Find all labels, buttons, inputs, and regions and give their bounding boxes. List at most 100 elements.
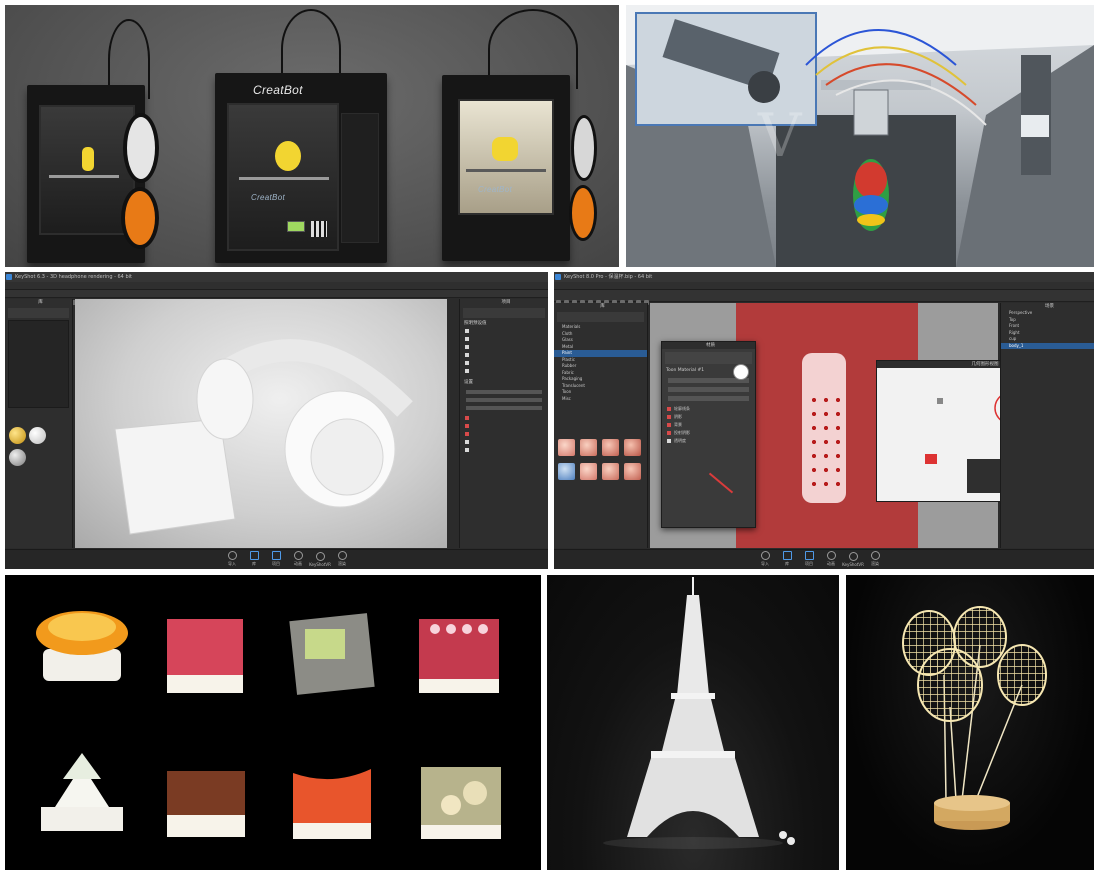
scene-item-selected[interactable]: body_1 bbox=[1001, 342, 1094, 349]
animation-button[interactable]: 动画 bbox=[820, 551, 842, 567]
watermark: V bbox=[758, 101, 802, 171]
option-row[interactable] bbox=[460, 446, 548, 454]
material-thumb[interactable] bbox=[580, 439, 597, 456]
door-logo: CreatBot bbox=[251, 193, 285, 202]
option-row[interactable] bbox=[460, 359, 548, 367]
window-titlebar: KeyShot 8.0 Pro - 保温杯.bip - 64 bit bbox=[554, 272, 1094, 282]
panel-title: 库 bbox=[600, 304, 605, 309]
toolbar bbox=[5, 290, 548, 305]
material-thumb[interactable] bbox=[558, 463, 575, 480]
material-thumb-gold[interactable] bbox=[9, 427, 26, 444]
property-field[interactable] bbox=[668, 387, 749, 392]
app-icon bbox=[6, 274, 12, 280]
cube-spiky-orange bbox=[36, 611, 128, 681]
dialog-tabs[interactable] bbox=[665, 352, 752, 364]
cube-twisted-grey bbox=[289, 613, 375, 695]
animation-button[interactable]: 动画 bbox=[287, 551, 309, 567]
cube-brown-fibers bbox=[167, 771, 245, 837]
material-dialog[interactable]: 材质 Toon Material #1 轮廓线条 阴影 背景 投射阴影 透明度 bbox=[661, 341, 756, 528]
material-thumb[interactable] bbox=[624, 463, 641, 480]
printed-cup bbox=[802, 353, 846, 503]
option-row[interactable] bbox=[460, 430, 548, 438]
option-row[interactable] bbox=[460, 414, 548, 422]
library-icon bbox=[782, 551, 792, 560]
material-thumb[interactable] bbox=[624, 439, 641, 456]
option-checkbox[interactable]: 透明度 bbox=[662, 437, 755, 445]
lcd-screen bbox=[287, 221, 305, 232]
slider[interactable] bbox=[466, 398, 542, 402]
material-thumb-silver[interactable] bbox=[9, 449, 26, 466]
import-icon bbox=[227, 551, 237, 560]
printer-center: CreatBot CreatBot bbox=[215, 73, 387, 263]
keyshotvr-button[interactable]: KeyShotVR bbox=[309, 552, 331, 567]
library-tabs[interactable] bbox=[557, 312, 644, 322]
section-label: 设置 bbox=[464, 380, 473, 385]
property-field[interactable] bbox=[668, 396, 749, 401]
tree-item[interactable]: Misc bbox=[554, 396, 647, 403]
headphones-render bbox=[114, 339, 413, 535]
import-button[interactable]: 导入 bbox=[754, 551, 776, 567]
photo-extruder-render: V bbox=[626, 5, 1094, 267]
material-preview bbox=[733, 364, 749, 380]
option-row[interactable] bbox=[460, 335, 548, 343]
material-thumb-white[interactable] bbox=[29, 427, 46, 444]
project-icon bbox=[804, 551, 814, 560]
import-icon bbox=[760, 551, 770, 560]
slider[interactable] bbox=[466, 390, 542, 394]
print-bed bbox=[239, 177, 329, 180]
option-row[interactable] bbox=[460, 367, 548, 375]
material-thumb[interactable] bbox=[558, 439, 575, 456]
cube-orange-wave bbox=[293, 769, 371, 839]
project-button[interactable]: 项目 bbox=[265, 551, 287, 567]
side-panel bbox=[341, 113, 379, 243]
button-label: 动画 bbox=[294, 561, 302, 566]
bottom-toolbar: 导入 库 项目 动画 KeyShotVR 渲染 bbox=[554, 549, 1094, 569]
cube-layered-pink bbox=[419, 619, 499, 693]
screenshot-keyshot-headphones: KeyShot 6.3 - 3D headphone rendering - 6… bbox=[5, 272, 548, 569]
option-checkbox[interactable]: 投射阴影 bbox=[662, 429, 755, 437]
import-button[interactable]: 导入 bbox=[221, 551, 243, 567]
option-row[interactable] bbox=[460, 351, 548, 359]
eiffel-tower-model bbox=[603, 577, 795, 849]
button-label: 库 bbox=[252, 561, 256, 566]
print-model bbox=[492, 137, 518, 161]
render-viewport[interactable] bbox=[75, 299, 447, 548]
option-checkbox[interactable]: 阴影 bbox=[662, 413, 755, 421]
button-label: KeyShotVR bbox=[842, 562, 864, 567]
library-button[interactable]: 库 bbox=[243, 551, 265, 567]
window-title: KeyShot 6.3 - 3D headphone rendering - 6… bbox=[15, 274, 132, 280]
project-button[interactable]: 项目 bbox=[798, 551, 820, 567]
option-row[interactable] bbox=[460, 327, 548, 335]
button-label: 导入 bbox=[761, 561, 769, 566]
orange-filament-spool bbox=[121, 187, 159, 249]
button-label: 渲染 bbox=[338, 561, 346, 566]
scene-panel: 场景 Perspective Top Front Right cup body_… bbox=[1000, 303, 1094, 548]
slider[interactable] bbox=[466, 406, 542, 410]
render-button[interactable]: 渲染 bbox=[864, 551, 886, 567]
red-annotation-arrow bbox=[708, 472, 734, 494]
photo-printed-balloon-lamp bbox=[846, 575, 1094, 870]
window-title: KeyShot 8.0 Pro - 保温杯.bip - 64 bit bbox=[564, 274, 653, 280]
render-button[interactable]: 渲染 bbox=[331, 551, 353, 567]
menu-bar: 文件 编辑 环境 照明 相机 图像 渲染 视图 窗口 帮助 bbox=[554, 282, 1094, 298]
option-row[interactable] bbox=[460, 343, 548, 351]
keyshotvr-button[interactable]: KeyShotVR bbox=[842, 552, 864, 567]
option-row[interactable] bbox=[460, 422, 548, 430]
project-tabs[interactable] bbox=[463, 308, 545, 318]
material-thumb[interactable] bbox=[602, 439, 619, 456]
material-thumb[interactable] bbox=[602, 463, 619, 480]
library-tree[interactable] bbox=[8, 320, 69, 408]
option-row[interactable] bbox=[460, 438, 548, 446]
photo-printed-cubes bbox=[5, 575, 541, 870]
button-label: 库 bbox=[785, 561, 789, 566]
vr-icon bbox=[848, 552, 858, 561]
balloon-lamp bbox=[902, 606, 1047, 830]
panel-title: 项目 bbox=[501, 300, 511, 305]
library-button[interactable]: 库 bbox=[776, 551, 798, 567]
option-checkbox[interactable]: 背景 bbox=[662, 421, 755, 429]
strawberry-pattern bbox=[808, 393, 840, 493]
material-thumb[interactable] bbox=[580, 463, 597, 480]
button-label: 项目 bbox=[805, 561, 813, 566]
option-checkbox[interactable]: 轮廓线条 bbox=[662, 405, 755, 413]
library-tabs[interactable] bbox=[8, 308, 69, 318]
